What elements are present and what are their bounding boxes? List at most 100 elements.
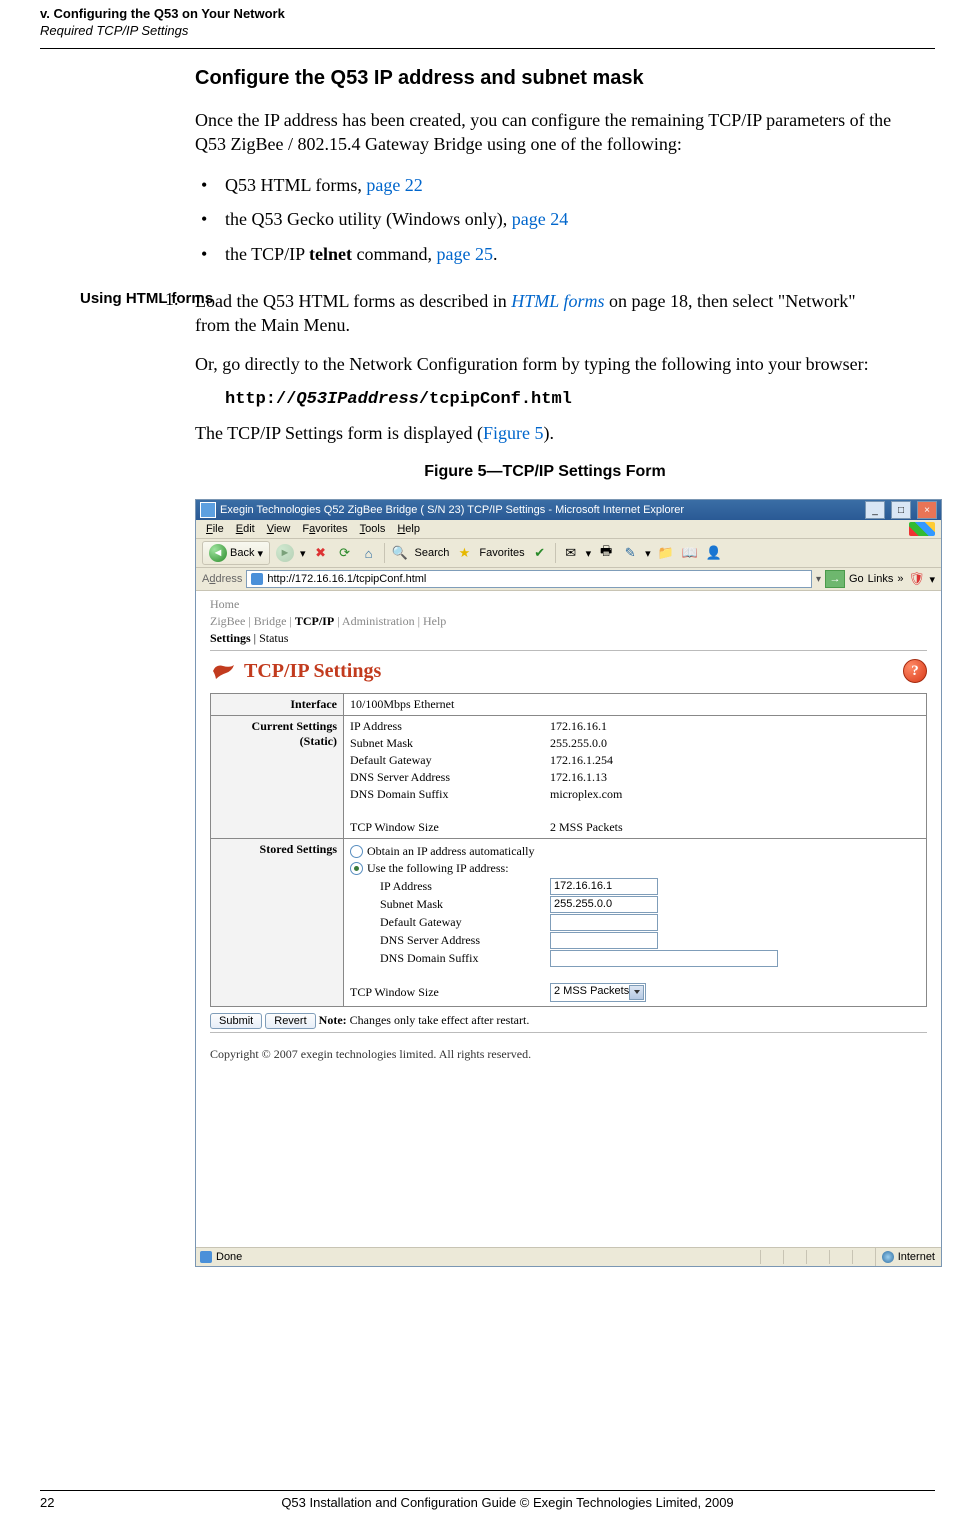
breadcrumb-link[interactable]: Status bbox=[259, 631, 288, 645]
go-button[interactable]: → bbox=[825, 570, 845, 588]
row-content: Obtain an IP address automatically Use t… bbox=[344, 839, 927, 1007]
status-text: Done bbox=[216, 1251, 242, 1263]
forward-button[interactable]: ► bbox=[276, 544, 294, 562]
breadcrumb-link[interactable]: Bridge bbox=[254, 614, 287, 628]
ip-input[interactable]: 172.16.16.1 bbox=[550, 878, 658, 895]
page-content: Home ZigBee | Bridge | TCP/IP | Administ… bbox=[196, 591, 941, 1247]
status-bar: Done Internet bbox=[196, 1247, 941, 1266]
bullet-text: Q53 HTML forms, bbox=[225, 175, 366, 195]
cross-ref-link[interactable]: HTML forms bbox=[511, 291, 604, 311]
field-label: IP Address bbox=[380, 879, 550, 894]
home-icon[interactable]: ⌂ bbox=[360, 544, 378, 562]
figure-caption: Figure 5—TCP/IP Settings Form bbox=[195, 463, 895, 481]
status-segment bbox=[760, 1250, 783, 1264]
breadcrumb-link[interactable]: Administration bbox=[342, 614, 415, 628]
stop-icon[interactable]: ✖ bbox=[312, 544, 330, 562]
windows-flag-icon bbox=[909, 522, 935, 536]
field-label: TCP Window Size bbox=[350, 985, 550, 1000]
step-text: Or, go directly to the Network Configura… bbox=[195, 352, 895, 376]
breadcrumb-home[interactable]: Home bbox=[210, 597, 239, 611]
status-segment bbox=[783, 1250, 806, 1264]
submit-button[interactable]: Submit bbox=[210, 1013, 262, 1029]
step-number: 1. bbox=[165, 289, 179, 310]
breadcrumb-current: Settings bbox=[210, 631, 251, 645]
step-text-pre: The TCP/IP Settings form is displayed ( bbox=[195, 423, 483, 443]
menu-edit[interactable]: Edit bbox=[232, 523, 259, 535]
research-icon[interactable]: 📖 bbox=[681, 544, 699, 562]
code-post: /tcpipConf.html bbox=[419, 390, 572, 409]
row-label: Interface bbox=[211, 694, 344, 716]
edit-icon[interactable]: ✎ bbox=[621, 544, 639, 562]
field-label: TCP Window Size bbox=[350, 820, 550, 835]
code-var: Q53IPaddress bbox=[296, 390, 418, 409]
breadcrumb-current: TCP/IP bbox=[295, 614, 334, 628]
norton-icon[interactable]: 🛡 bbox=[907, 570, 925, 588]
address-url: http://172.16.16.1/tcpipConf.html bbox=[267, 573, 426, 585]
status-segment bbox=[829, 1250, 852, 1264]
page-link[interactable]: page 25 bbox=[436, 244, 492, 264]
maximize-button[interactable]: □ bbox=[891, 501, 911, 519]
help-button[interactable]: ? bbox=[903, 659, 927, 683]
code-pre: http:// bbox=[225, 390, 296, 409]
field-label: Default Gateway bbox=[350, 753, 550, 768]
dropdown-arrow-icon[interactable]: ▾ bbox=[816, 574, 821, 585]
minimize-button[interactable]: _ bbox=[865, 501, 885, 519]
radio-option[interactable]: Use the following IP address: bbox=[350, 861, 920, 876]
settings-table: Interface 10/100Mbps Ethernet Current Se… bbox=[210, 693, 927, 1007]
links-chevron[interactable]: » bbox=[897, 573, 903, 585]
note-text: Changes only take effect after restart. bbox=[347, 1013, 530, 1027]
step-text-post: ). bbox=[544, 423, 555, 443]
content-rule bbox=[210, 1032, 927, 1033]
radio-label: Use the following IP address: bbox=[367, 861, 509, 876]
field-label: Subnet Mask bbox=[350, 736, 550, 751]
radio-label: Obtain an IP address automatically bbox=[367, 844, 535, 859]
folder-icon[interactable]: 📁 bbox=[657, 544, 675, 562]
back-label: Back bbox=[230, 547, 254, 559]
search-label[interactable]: Search bbox=[415, 547, 450, 559]
favorites-label[interactable]: Favorites bbox=[479, 547, 524, 559]
page-copyright: Copyright © 2007 exegin technologies lim… bbox=[210, 1047, 927, 1062]
go-label: Go bbox=[849, 573, 864, 585]
links-label[interactable]: Links bbox=[868, 573, 894, 585]
mask-input[interactable]: 255.255.0.0 bbox=[550, 896, 658, 913]
dns-input[interactable] bbox=[550, 932, 658, 949]
footer-text: Q53 Installation and Configuration Guide… bbox=[80, 1495, 935, 1510]
print-icon[interactable]: 🖶 bbox=[597, 544, 615, 562]
close-button[interactable]: × bbox=[917, 501, 937, 519]
favorites-icon[interactable]: ★ bbox=[455, 544, 473, 562]
back-button[interactable]: ◄ Back ▾ bbox=[202, 541, 270, 565]
mail-icon[interactable]: ✉ bbox=[562, 544, 580, 562]
page-icon bbox=[200, 1251, 212, 1263]
code-line: http://Q53IPaddress/tcpipConf.html bbox=[225, 390, 895, 409]
revert-button[interactable]: Revert bbox=[265, 1013, 315, 1029]
toolbar-separator bbox=[384, 543, 385, 563]
menu-tools[interactable]: Tools bbox=[356, 523, 390, 535]
menu-help[interactable]: Help bbox=[393, 523, 424, 535]
tcpwin-select[interactable]: 2 MSS Packets bbox=[550, 983, 646, 1002]
menu-view[interactable]: View bbox=[263, 523, 295, 535]
ie-icon bbox=[200, 502, 216, 518]
history-icon[interactable]: ✔ bbox=[531, 544, 549, 562]
search-icon[interactable]: 🔍 bbox=[391, 544, 409, 562]
header-rule bbox=[40, 48, 935, 49]
page-link[interactable]: page 24 bbox=[512, 209, 568, 229]
step-text: Load the Q53 HTML forms as described in … bbox=[195, 289, 895, 338]
menu-file[interactable]: File bbox=[202, 523, 228, 535]
address-input[interactable]: http://172.16.16.1/tcpipConf.html bbox=[246, 570, 812, 588]
figure-link[interactable]: Figure 5 bbox=[483, 423, 544, 443]
table-row: Interface 10/100Mbps Ethernet bbox=[211, 694, 927, 716]
messenger-icon[interactable]: 👤 bbox=[705, 544, 723, 562]
address-bar: Address http://172.16.16.1/tcpipConf.htm… bbox=[196, 568, 941, 591]
breadcrumb-link[interactable]: ZigBee bbox=[210, 614, 245, 628]
status-segment bbox=[852, 1250, 875, 1264]
menu-bar: File Edit View Favorites Tools Help bbox=[196, 520, 941, 539]
breadcrumb-link[interactable]: Help bbox=[423, 614, 446, 628]
note-label: Note: bbox=[319, 1013, 347, 1027]
refresh-icon[interactable]: ⟳ bbox=[336, 544, 354, 562]
gateway-input[interactable] bbox=[550, 914, 658, 931]
internet-zone-icon bbox=[882, 1251, 894, 1263]
suffix-input[interactable] bbox=[550, 950, 778, 967]
radio-option[interactable]: Obtain an IP address automatically bbox=[350, 844, 920, 859]
page-link[interactable]: page 22 bbox=[366, 175, 422, 195]
menu-favorites[interactable]: Favorites bbox=[298, 523, 351, 535]
